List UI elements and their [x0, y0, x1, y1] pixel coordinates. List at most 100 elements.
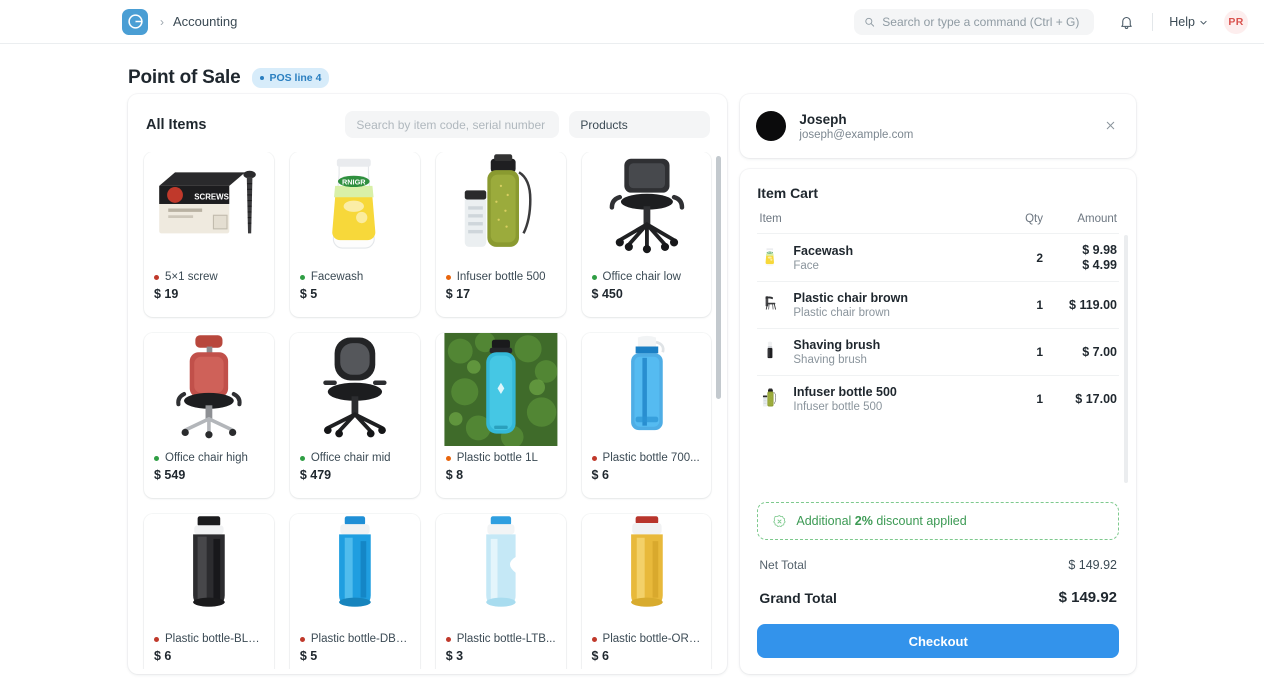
cart-item-qty[interactable]: 2 — [985, 251, 1043, 265]
cart-item-thumbnail: RNIGR — [759, 244, 781, 272]
top-navbar: › Accounting Help PR — [0, 0, 1264, 44]
product-price: $ 5 — [299, 649, 318, 663]
discount-banner[interactable]: Additional 2% discount applied — [757, 502, 1119, 540]
product-image — [581, 514, 712, 627]
cart-item-qty[interactable]: 1 — [985, 298, 1043, 312]
product-name-row: Office chair mid — [299, 452, 410, 464]
product-image — [581, 152, 712, 265]
checkout-button[interactable]: Checkout — [757, 624, 1119, 658]
product-meta: Plastic bottle-BLK... $ 6 — [144, 627, 274, 669]
customer-name: Joseph — [799, 111, 847, 127]
cart-col-amount: Amount — [1077, 213, 1117, 225]
cart-item-amount-group: $ 9.98 $ 4.99 — [1043, 243, 1117, 272]
cart-col-qty: Qty — [1025, 213, 1043, 225]
cart-item-name: Shaving brush — [793, 338, 881, 352]
cart-row[interactable]: Plastic chair brown Plastic chair brown … — [757, 281, 1119, 328]
cart-item-info: Facewash Face — [793, 244, 985, 272]
cart-item-amount-group: $ 17.00 — [1043, 392, 1117, 406]
breadcrumb-accounting[interactable]: Accounting — [173, 14, 237, 29]
product-card[interactable]: Office chair mid $ 479 — [289, 333, 420, 498]
help-menu-button[interactable]: Help — [1165, 11, 1212, 33]
product-card[interactable]: Plastic bottle 700... $ 6 — [581, 333, 712, 498]
cart-row[interactable]: Infuser bottle 500 Infuser bottle 500 1 … — [757, 375, 1119, 422]
cart-item-description: Plastic chair brown — [793, 307, 890, 319]
user-avatar[interactable]: PR — [1224, 10, 1248, 34]
product-price: $ 6 — [591, 649, 609, 663]
status-dot-icon — [260, 76, 265, 80]
product-image — [581, 333, 712, 446]
cart-item-amount-group: $ 7.00 — [1043, 345, 1117, 359]
product-card[interactable]: Plastic bottle-BLK... $ 6 — [144, 514, 274, 669]
cart-item-qty[interactable]: 1 — [985, 392, 1043, 406]
stock-status-dot-icon — [591, 274, 597, 280]
product-card[interactable]: Office chair low $ 450 — [581, 152, 712, 317]
product-name: Infuser bottle 500 — [456, 271, 546, 283]
product-name: Plastic bottle-ORG... — [602, 633, 702, 645]
discount-text: Additional 2% discount applied — [796, 514, 966, 528]
item-grid: SCREWS 5×1 screw $ 19 RNIGR Facewash $ 5… — [144, 152, 712, 669]
cart-row[interactable]: Shaving brush Shaving brush 1 $ 7.00 — [757, 328, 1119, 375]
notifications-button[interactable] — [1112, 8, 1140, 36]
cart-item-name: Plastic chair brown — [793, 291, 909, 305]
product-card[interactable]: Plastic bottle 1L $ 8 — [435, 333, 566, 498]
global-search[interactable] — [854, 9, 1095, 35]
remove-customer-button[interactable] — [1101, 115, 1120, 138]
page-title: Point of Sale — [128, 67, 241, 88]
product-card[interactable]: SCREWS 5×1 screw $ 19 — [144, 152, 274, 317]
product-name-row: Infuser bottle 500 — [445, 271, 556, 283]
item-grid-scrollbar[interactable] — [716, 156, 722, 611]
product-name: Office chair high — [165, 452, 248, 464]
all-items-title: All Items — [146, 116, 207, 133]
product-image — [144, 333, 274, 446]
product-name-row: Plastic bottle 700... — [591, 452, 702, 464]
product-name-row: 5×1 screw — [154, 271, 264, 283]
customer-email: joseph@example.com — [799, 128, 914, 141]
product-meta: Office chair low $ 450 — [582, 265, 712, 311]
scrollbar-thumb[interactable] — [716, 156, 722, 399]
product-meta: Plastic bottle 700... $ 6 — [582, 446, 712, 492]
cart-row[interactable]: RNIGR Facewash Face 2 $ 9.98 $ 4.99 — [757, 233, 1119, 281]
cart-item-info: Plastic chair brown Plastic chair brown — [793, 291, 985, 319]
item-group-filter[interactable] — [569, 111, 711, 138]
product-image — [289, 333, 420, 446]
product-name: 5×1 screw — [165, 271, 218, 283]
stock-status-dot-icon — [299, 274, 305, 280]
product-price: $ 17 — [445, 287, 471, 301]
item-selector-panel: All Items SCREWS 5×1 screw — [128, 94, 728, 674]
navbar-right-group: Help PR — [854, 0, 1248, 44]
cart-item-amount-group: $ 119.00 — [1043, 298, 1117, 312]
grand-total-value: $ 149.92 — [1058, 589, 1117, 606]
cart-table-header: Item Qty Amount — [757, 201, 1119, 233]
product-card[interactable]: Plastic bottle-LTB... $ 3 — [435, 514, 566, 669]
item-selector-header: All Items — [128, 94, 727, 152]
cart-item-amount: $ 119.00 — [1069, 298, 1117, 312]
item-code-search-input[interactable] — [345, 111, 560, 138]
cart-item-rate: $ 4.99 — [1082, 258, 1117, 272]
cart-scrollbar[interactable] — [1124, 235, 1128, 483]
product-price: $ 6 — [154, 649, 172, 663]
product-name: Plastic bottle-DBL... — [310, 633, 410, 645]
product-name-row: Plastic bottle-LTB... — [445, 633, 556, 645]
product-card[interactable]: Office chair high $ 549 — [144, 333, 274, 498]
product-name: Plastic bottle-LTB... — [456, 633, 556, 645]
product-name-row: Office chair low — [591, 271, 702, 283]
search-input[interactable] — [882, 15, 1085, 29]
product-card[interactable]: Infuser bottle 500 $ 17 — [435, 152, 566, 317]
cart-item-qty[interactable]: 1 — [985, 345, 1043, 359]
customer-card[interactable]: Joseph joseph@example.com — [740, 94, 1136, 158]
grand-total-label: Grand Total — [759, 589, 837, 606]
product-image — [289, 514, 420, 627]
product-card[interactable]: RNIGR Facewash $ 5 — [289, 152, 420, 317]
product-card[interactable]: Plastic bottle-DBL... $ 5 — [289, 514, 420, 669]
stock-status-dot-icon — [591, 636, 597, 642]
product-meta: Plastic bottle 1L $ 8 — [436, 446, 566, 492]
help-label: Help — [1169, 15, 1195, 29]
product-image — [435, 152, 566, 265]
product-name-row: Plastic bottle-ORG... — [591, 633, 702, 645]
product-name-row: Plastic bottle-DBL... — [299, 633, 410, 645]
frappe-logo-icon[interactable] — [122, 8, 148, 35]
product-card[interactable]: Plastic bottle-ORG... $ 6 — [581, 514, 712, 669]
cart-summary: Additional 2% discount applied Net Total… — [757, 502, 1119, 658]
search-icon — [865, 17, 875, 27]
product-name-row: Facewash — [299, 271, 410, 283]
